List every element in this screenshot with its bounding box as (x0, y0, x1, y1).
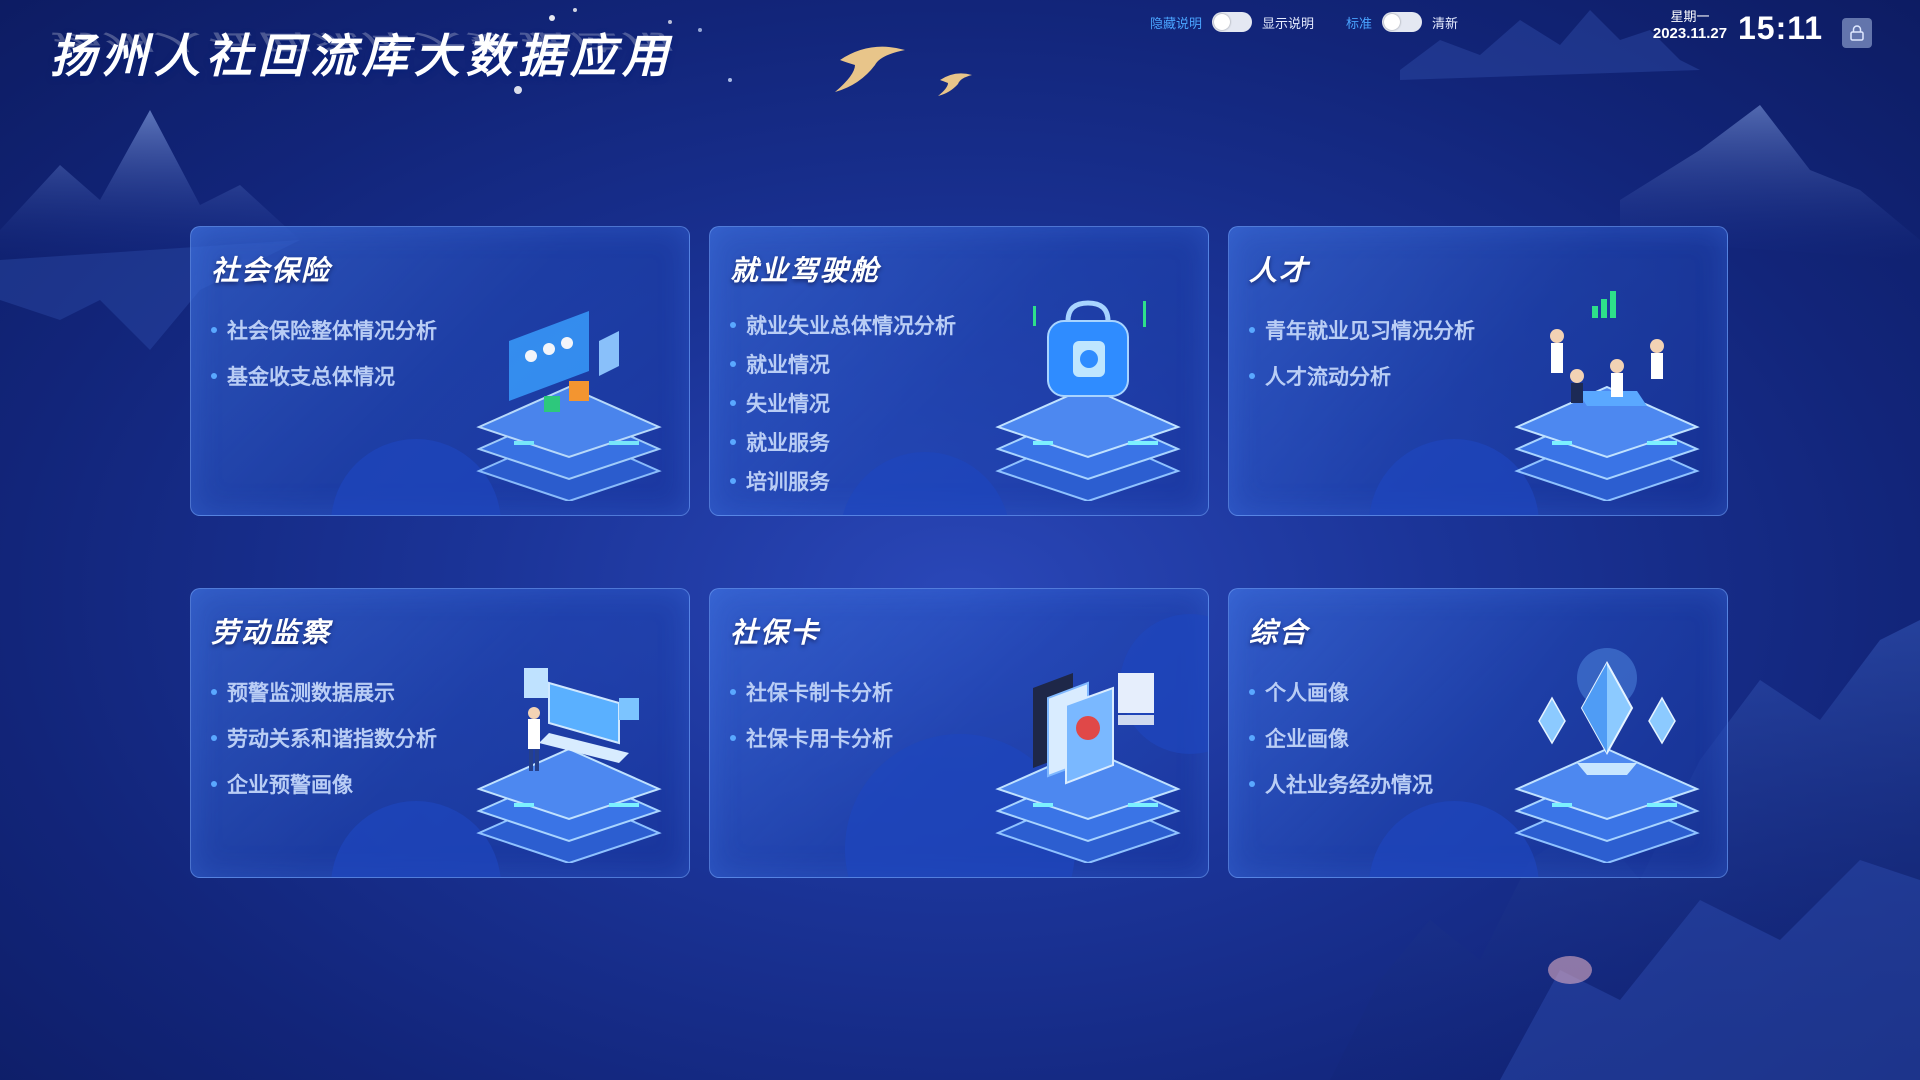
bullet-dot (211, 327, 217, 333)
bullet-dot (730, 477, 736, 484)
id-card-platform-icon (995, 673, 1181, 863)
card-item-label: 青年就业见习情况分析 (1265, 319, 1475, 343)
card-item[interactable]: 社会保险整体情况分析 (211, 307, 437, 353)
bullet-dot (211, 781, 217, 787)
team-meeting-platform-icon (1514, 291, 1700, 501)
switch-knob (1384, 14, 1401, 30)
explain-toggle-group: 隐藏说明 显示说明 (1150, 12, 1314, 32)
card-item-list: 预警监测数据展示 劳动关系和谐指数分析 企业预警画像 (211, 669, 437, 807)
show-explain-label[interactable]: 显示说明 (1262, 13, 1314, 32)
card-item-label: 失业情况 (746, 391, 830, 416)
bullet-dot (730, 321, 736, 328)
bullet-dot (730, 689, 736, 695)
card-item-list: 就业失业总体情况分析 就业情况 失业情况 就业服务 培训服务 (730, 305, 956, 500)
card-item[interactable]: 劳动关系和谐指数分析 (211, 715, 437, 761)
date-display: 星期一 2023.11.27 (1650, 10, 1730, 42)
card-item[interactable]: 社保卡用卡分析 (730, 715, 893, 761)
card-item-list: 青年就业见习情况分析 人才流动分析 (1249, 307, 1475, 399)
bullet-dot (1249, 781, 1255, 787)
bullet-dot (211, 735, 217, 741)
card-item-label: 就业失业总体情况分析 (746, 313, 956, 338)
card-title: 综合 (1249, 616, 1310, 649)
card-item-label: 培训服务 (746, 469, 830, 494)
card-item-label: 社会保险整体情况分析 (227, 319, 437, 343)
bullet-dot (730, 399, 736, 406)
card-title: 人才 (1249, 254, 1310, 287)
weekday: 星期一 (1670, 10, 1710, 25)
bullet-dot (1249, 735, 1255, 741)
lock-button[interactable] (1842, 18, 1872, 48)
card-labor-inspection[interactable]: 劳动监察 预警监测数据展示 劳动关系和谐指数分析 企业预警画像 (190, 588, 690, 878)
card-item[interactable]: 就业服务 (730, 422, 956, 461)
card-item[interactable]: 基金收支总体情况 (211, 353, 437, 399)
card-item-list: 个人画像 企业画像 人社业务经办情况 (1249, 669, 1433, 807)
card-item[interactable]: 企业画像 (1249, 715, 1433, 761)
theme-toggle-switch[interactable] (1382, 12, 1423, 32)
bullet-dot (1249, 373, 1255, 379)
bullet-dot (730, 438, 736, 445)
page-title: 扬州人社回流库大数据应用 (50, 29, 674, 83)
card-item[interactable]: 企业预警画像 (211, 761, 437, 807)
card-item-label: 就业服务 (746, 430, 830, 455)
card-item-label: 人社业务经办情况 (1265, 773, 1433, 797)
card-item[interactable]: 失业情况 (730, 383, 956, 422)
card-item-label: 社保卡制卡分析 (746, 681, 893, 705)
briefcase-platform-icon (995, 300, 1181, 501)
card-item[interactable]: 就业失业总体情况分析 (730, 305, 956, 344)
card-item-label: 就业情况 (746, 352, 830, 377)
card-item[interactable]: 人社业务经办情况 (1249, 761, 1433, 807)
card-social-security-card[interactable]: 社保卡 社保卡制卡分析 社保卡用卡分析 (709, 588, 1209, 878)
lock-icon (1850, 25, 1864, 41)
card-item-label: 个人画像 (1265, 681, 1349, 705)
card-item[interactable]: 青年就业见习情况分析 (1249, 307, 1475, 353)
bullet-dot (211, 689, 217, 695)
card-comprehensive[interactable]: 综合 个人画像 企业画像 人社业务经办情况 (1228, 588, 1728, 878)
theme-toggle-group: 标准 清新 (1346, 12, 1458, 32)
hide-explain-label[interactable]: 隐藏说明 (1150, 13, 1202, 32)
card-title: 社会保险 (211, 254, 332, 287)
dashboard-platform-icon (476, 311, 662, 501)
card-item[interactable]: 预警监测数据展示 (211, 669, 437, 715)
bullet-dot (730, 360, 736, 367)
laptop-analytics-platform-icon (476, 668, 662, 863)
card-item-label: 社保卡用卡分析 (746, 727, 893, 751)
bullet-dot (211, 373, 217, 379)
card-item-label: 劳动关系和谐指数分析 (227, 727, 437, 751)
card-item[interactable]: 个人画像 (1249, 669, 1433, 715)
card-item-label: 预警监测数据展示 (227, 681, 395, 705)
bullet-dot (730, 735, 736, 741)
card-title: 劳动监察 (211, 616, 332, 649)
card-item-label: 企业画像 (1265, 727, 1349, 751)
card-item-label: 企业预警画像 (227, 773, 353, 797)
card-employment-cockpit[interactable]: 就业驾驶舱 就业失业总体情况分析 就业情况 失业情况 就业服务 培训服务 (709, 226, 1209, 516)
date: 2023.11.27 (1652, 25, 1728, 42)
explain-toggle-switch[interactable] (1212, 12, 1253, 32)
card-item-label: 人才流动分析 (1265, 365, 1391, 389)
bullet-dot (1249, 327, 1255, 333)
fresh-theme-label[interactable]: 清新 (1432, 13, 1458, 32)
card-item-label: 基金收支总体情况 (227, 365, 395, 389)
card-title: 就业驾驶舱 (730, 254, 881, 287)
card-talent[interactable]: 人才 青年就业见习情况分析 人才流动分析 (1228, 226, 1728, 516)
bullet-dot (1249, 689, 1255, 695)
background-scenery (0, 8, 1920, 1080)
card-title: 社保卡 (730, 616, 821, 649)
card-item-list: 社会保险整体情况分析 基金收支总体情况 (211, 307, 437, 399)
clock-time: 15:11 (1738, 10, 1824, 46)
standard-theme-label[interactable]: 标准 (1346, 13, 1372, 32)
card-item[interactable]: 人才流动分析 (1249, 353, 1475, 399)
crystal-platform-icon (1514, 648, 1700, 863)
card-social-insurance[interactable]: 社会保险 社会保险整体情况分析 基金收支总体情况 (190, 226, 690, 516)
card-item[interactable]: 社保卡制卡分析 (730, 669, 893, 715)
card-item[interactable]: 培训服务 (730, 461, 956, 500)
switch-knob (1214, 14, 1231, 30)
card-item[interactable]: 就业情况 (730, 344, 956, 383)
card-item-list: 社保卡制卡分析 社保卡用卡分析 (730, 669, 893, 761)
